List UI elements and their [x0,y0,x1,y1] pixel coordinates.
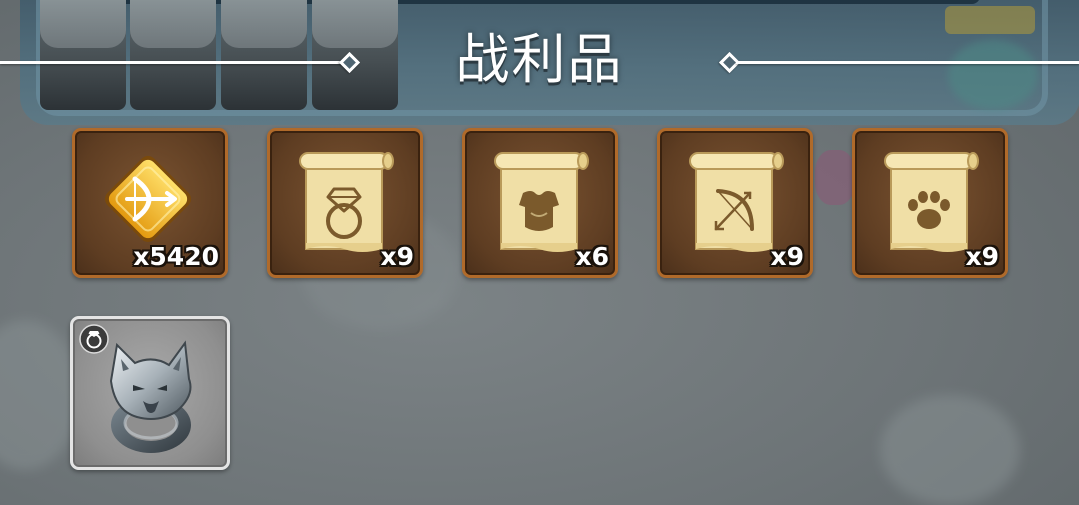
background-creature [815,150,855,205]
reward-slot-paw-scroll[interactable]: x9 [852,128,1008,278]
title-divider-right [736,61,1079,64]
reward-slot-ring-scroll[interactable]: x9 [267,128,423,278]
reward-slot-armor-scroll[interactable]: x6 [462,128,618,278]
loot-screen: 战利品 x5420 x9 x6 x9 x9 [0,0,1079,505]
background-snow-mound [0,320,80,470]
reward-quantity: x5420 [133,242,219,271]
ring-type-icon [79,324,109,354]
reward-quantity: x9 [380,242,414,271]
reward-quantity: x6 [575,242,609,271]
reward-quantity: x9 [770,242,804,271]
equipment-slot-wolf-ring[interactable] [70,316,230,470]
reward-slot-bow-scroll[interactable]: x9 [657,128,813,278]
loot-title: 战利品 [455,28,624,91]
reward-quantity: x9 [965,242,999,271]
background-snow-mound [880,395,1020,505]
reward-slot-gold-bow-token[interactable]: x5420 [72,128,228,278]
